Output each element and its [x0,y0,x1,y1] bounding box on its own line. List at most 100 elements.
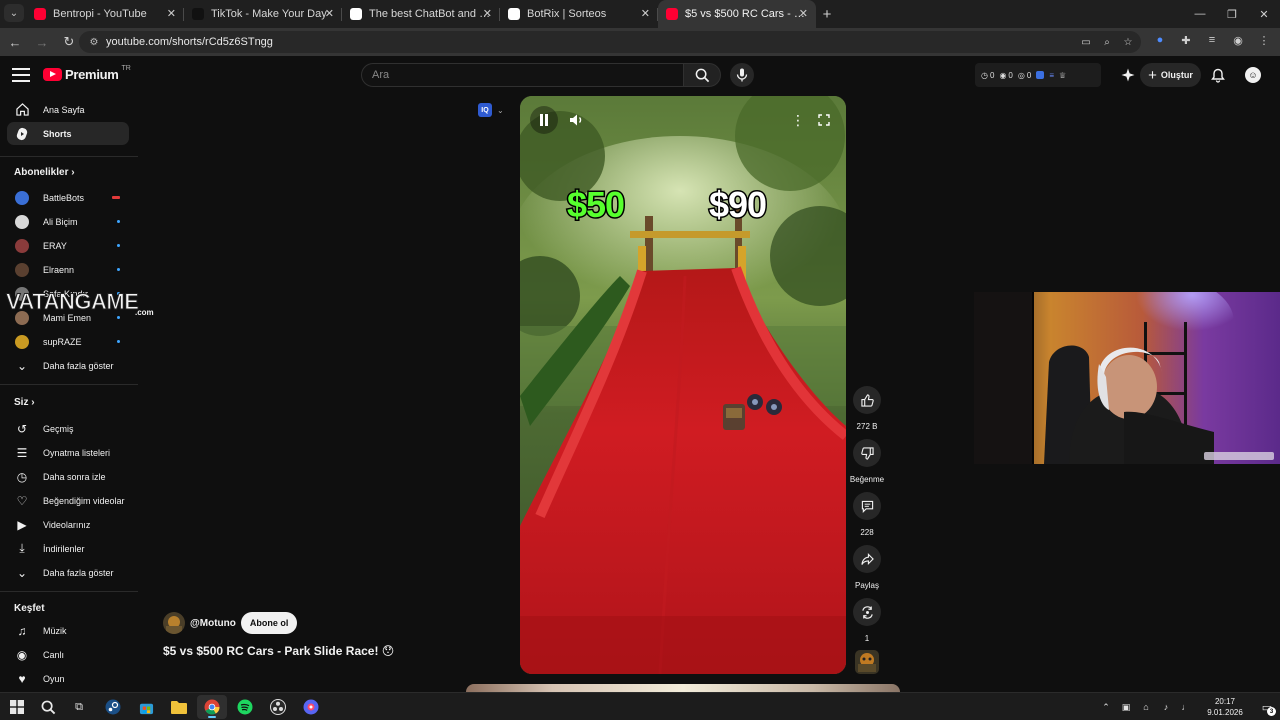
site-info-icon[interactable]: ⚙ [87,35,101,49]
search-button[interactable] [683,63,721,87]
sparkle-extension-icon[interactable] [1120,67,1136,83]
browser-tab[interactable]: BotRix | Sorteos ✕ [500,0,658,28]
taskbar-search-button[interactable] [33,695,63,719]
new-tab-button[interactable]: + [816,0,838,28]
task-view-button[interactable]: ⧉ [64,695,94,719]
reload-button[interactable]: ↻ [57,30,81,54]
tab-search-button[interactable]: ⌄ [4,4,24,22]
sidebar-item-shorts[interactable]: Shorts [7,122,129,145]
start-button[interactable] [2,695,32,719]
close-tab-icon[interactable]: ✕ [167,7,176,20]
more-options-button[interactable]: ⋮ [784,106,812,134]
create-button[interactable]: + Oluştur [1140,63,1201,87]
notifications-bell-icon[interactable] [1210,67,1226,83]
browser-tab[interactable]: TikTok - Make Your Day ✕ [184,0,342,28]
sidebar-item-watch-later[interactable]: ◷ Daha sonra izle [7,465,129,488]
trophy-icon[interactable]: ♕ [1059,71,1066,80]
nav-item-label: ERAY [43,240,67,251]
close-tab-icon[interactable]: ✕ [325,7,334,20]
volume-button[interactable] [563,106,591,134]
browser-tab[interactable]: $5 vs $500 RC Cars - Park Sl✕ [658,0,816,28]
reading-list-icon[interactable]: ≡ [1204,32,1220,48]
sidebar-item-downloads[interactable]: ⤓ İndirilenler [7,537,129,560]
chevron-up-icon[interactable]: ⌃ [1099,700,1113,714]
subscription-item[interactable]: ERAY [7,234,129,257]
subscription-item[interactable]: BattleBots [7,186,129,209]
address-bar[interactable]: ⚙ youtube.com/shorts/rCd5z6STngg ▭ ⌕ ☆ [79,31,1141,53]
audio-source-thumbnail[interactable] [855,650,879,674]
browser-menu-icon[interactable]: ⋮ [1256,32,1272,48]
close-tab-icon[interactable]: ✕ [799,7,808,20]
microsoft-store-app[interactable] [131,695,161,719]
remix-button[interactable]: 1 [849,598,885,643]
youtube-premium-logo[interactable]: Premium TR [43,65,131,82]
subscribe-button[interactable]: Abone ol [240,612,298,634]
volume-icon[interactable]: ♪ [1159,700,1173,714]
extension-badge-icon[interactable] [1036,71,1045,79]
close-window-button[interactable]: ✕ [1248,0,1280,28]
close-tab-icon[interactable]: ✕ [641,7,650,20]
sidebar-item-gaming[interactable]: ♥ Oyun [7,667,129,690]
show-more-subscriptions[interactable]: ⌄ Daha fazla göster [7,354,129,377]
share-button[interactable]: Paylaş [849,545,885,590]
short-video-player[interactable]: ⋮ $50 $90 [520,96,846,674]
notification-center-button[interactable]: ▭ 3 [1254,693,1280,720]
subscriptions-header[interactable]: Abonelikler › [14,167,75,178]
microphone-tray-icon[interactable]: ♩ [1179,700,1193,714]
subscription-item[interactable]: supRAZE [7,330,129,353]
profile-avatar-icon[interactable]: ◉ [1230,32,1246,48]
spotify-app[interactable] [230,695,260,719]
fullscreen-button[interactable] [810,106,838,134]
obs-studio-app[interactable] [263,695,293,719]
forward-button[interactable]: → [30,30,54,54]
short-title[interactable]: $5 vs $500 RC Cars - Park Slide Race! 😯 [163,644,394,658]
steam-app[interactable] [98,695,128,719]
restore-button[interactable]: ❐ [1216,0,1248,28]
dislike-button[interactable]: Beğenme [849,439,885,484]
channel-avatar[interactable] [163,612,185,634]
comments-button[interactable]: 228 [849,492,885,537]
back-button[interactable]: ← [3,30,27,54]
subscription-item[interactable]: Ali Biçim [7,210,129,233]
browser-tab[interactable]: The best ChatBot and Widgets✕ [342,0,500,28]
subscription-item[interactable]: Elraenn [7,258,129,281]
pause-button[interactable] [530,106,558,134]
sidebar-item-liked-videos[interactable]: ♡ Beğendiğim videolar [7,489,129,512]
zoom-icon[interactable]: ⌕ [1100,35,1114,49]
chrome-icon [204,699,220,715]
close-tab-icon[interactable]: ✕ [483,7,492,20]
sidebar-item-history[interactable]: ↺ Geçmiş [7,417,129,440]
nav-item-label: Oynatma listeleri [43,447,111,458]
you-header[interactable]: Siz › [14,397,35,408]
voice-search-button[interactable] [730,63,754,87]
file-explorer-app[interactable] [164,695,194,719]
sidebar-item-playlists[interactable]: ☰ Oynatma listeleri [7,441,129,464]
list-icon[interactable]: ≡ [1049,71,1054,80]
sidebar-item-live[interactable]: ◉ Canlı [7,643,129,666]
extension-counter-bar[interactable]: ◷ 0 ◉ 0 ◎ 0 ≡ ♕ [975,63,1101,87]
streaming-app[interactable] [296,695,326,719]
tray-app-icon[interactable]: ▣ [1119,700,1133,714]
extensions-puzzle-icon[interactable]: ✚ [1178,32,1194,48]
next-short-preview[interactable] [466,684,900,692]
install-app-icon[interactable]: ▭ [1079,35,1093,49]
sidebar-item-home[interactable]: Ana Sayfa [7,98,129,121]
extension-shield-icon[interactable]: ● [1152,32,1168,48]
like-button[interactable]: 272 B [849,386,885,431]
account-avatar[interactable]: ☺ [1243,65,1263,85]
bookmark-star-icon[interactable]: ☆ [1121,35,1135,49]
minimize-button[interactable]: — [1184,0,1216,28]
clock-icon: ◷ [981,70,988,80]
show-more-you[interactable]: ⌄ Daha fazla göster [7,561,129,584]
channel-handle[interactable]: @Motuno [190,618,236,629]
sidebar-item-music[interactable]: ♫ Müzik [7,619,129,642]
network-icon[interactable]: ⌂ [1139,700,1153,714]
sidebar-item-your-videos[interactable]: ▶ Videolarınız [7,513,129,536]
hamburger-menu-icon[interactable] [12,66,30,84]
browser-tab[interactable]: Bentropi - YouTube ✕ [26,0,184,28]
search-input[interactable]: Ara [361,63,683,87]
video-extension-dropdown[interactable]: IQ ⌄ [478,100,518,120]
clock-date: 9.01.2026 [1207,708,1243,717]
chrome-app[interactable] [197,695,227,719]
taskbar-clock[interactable]: 20:17 9.01.2026 [1196,696,1254,718]
